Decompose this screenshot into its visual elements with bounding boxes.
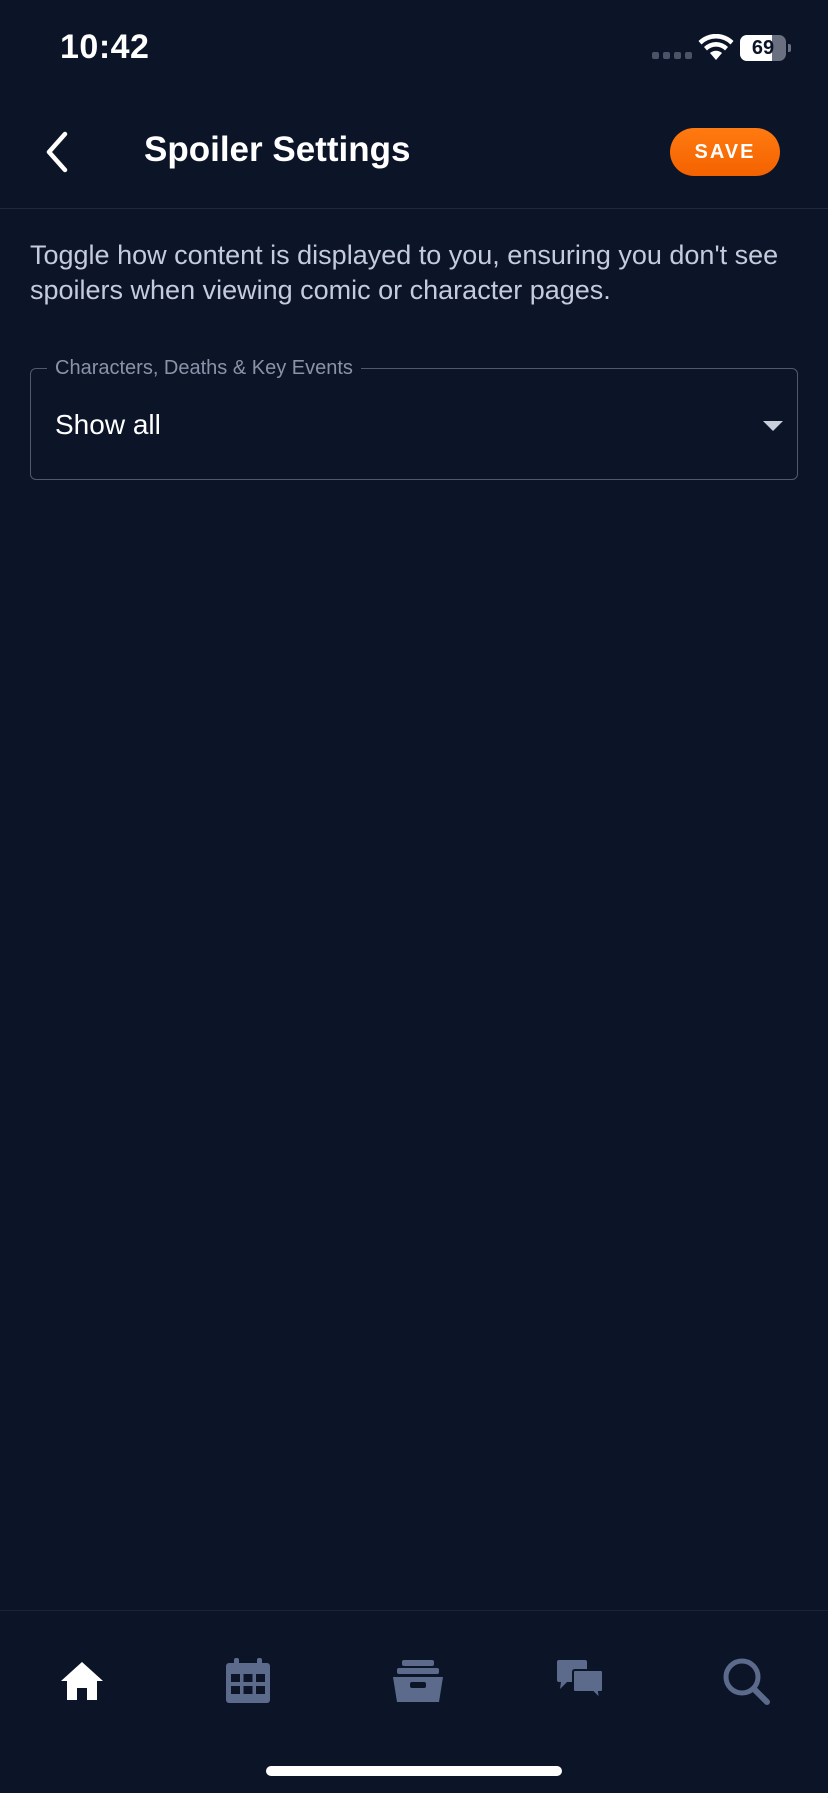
dropdown-arrow-icon xyxy=(763,421,783,431)
save-button[interactable]: SAVE xyxy=(670,128,780,176)
tab-calendar[interactable] xyxy=(208,1641,288,1721)
back-button[interactable] xyxy=(30,124,86,180)
battery-icon: 69 xyxy=(740,35,791,61)
header: Spoiler Settings SAVE xyxy=(0,100,828,209)
select-label: Characters, Deaths & Key Events xyxy=(47,356,361,380)
calendar-icon xyxy=(226,1658,270,1703)
spoiler-level-select[interactable]: Characters, Deaths & Key Events Show all xyxy=(30,356,798,480)
status-bar: 10:42 69 xyxy=(0,0,828,100)
battery-level: 69 xyxy=(751,37,775,59)
select-value: Show all xyxy=(55,409,161,440)
tab-chat[interactable] xyxy=(540,1641,620,1721)
chevron-left-icon xyxy=(46,131,68,173)
tab-search[interactable] xyxy=(706,1641,786,1721)
tab-home[interactable] xyxy=(42,1641,122,1721)
cellular-signal-icon xyxy=(652,52,692,59)
wifi-icon xyxy=(698,34,734,60)
tab-archive[interactable] xyxy=(378,1641,458,1721)
archive-box-icon xyxy=(393,1660,443,1702)
page-title: Spoiler Settings xyxy=(144,130,411,169)
chat-icon xyxy=(557,1660,604,1702)
home-indicator[interactable] xyxy=(266,1766,562,1776)
home-icon xyxy=(61,1662,103,1700)
search-icon xyxy=(723,1658,770,1705)
status-time: 10:42 xyxy=(60,28,150,66)
description-text: Toggle how content is displayed to you, … xyxy=(30,240,779,305)
